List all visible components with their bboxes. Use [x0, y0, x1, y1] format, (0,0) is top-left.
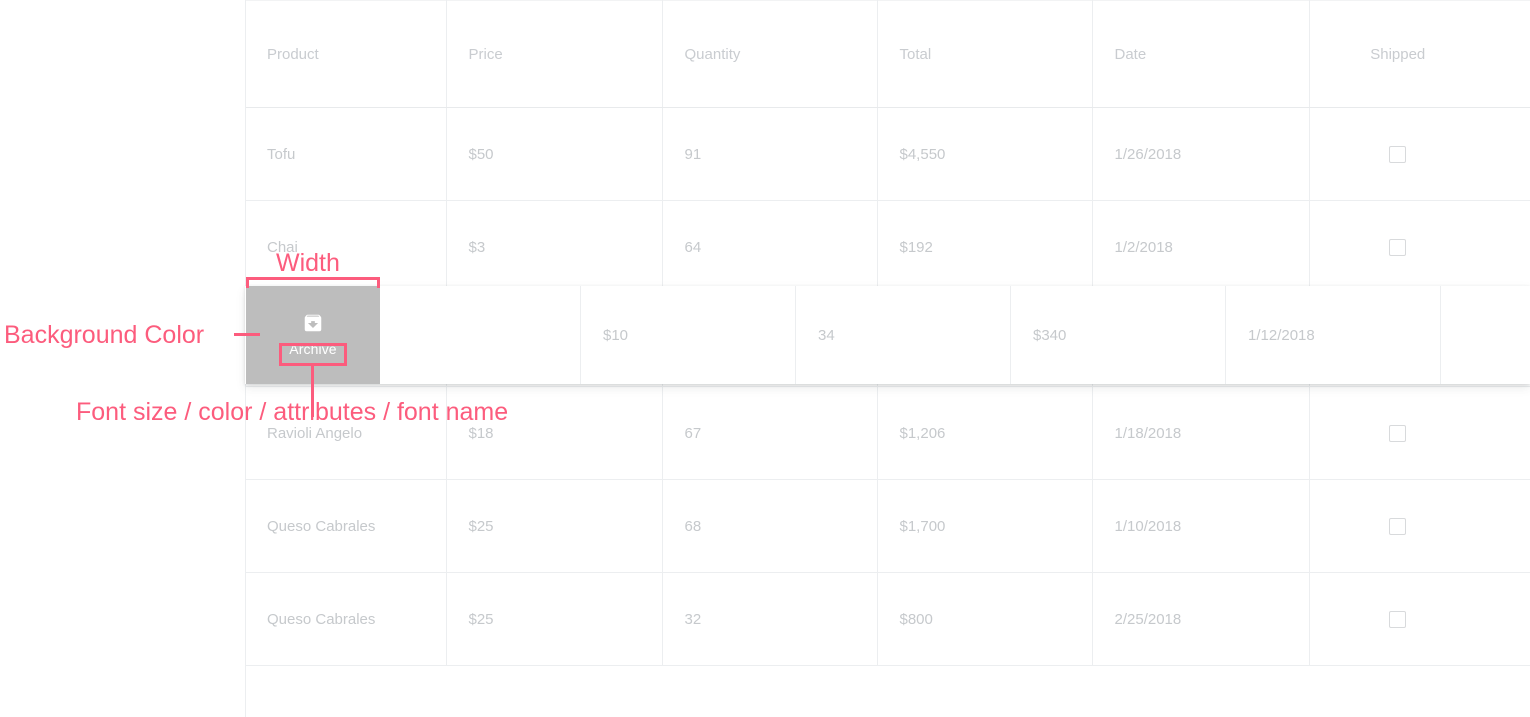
cell-price: $10 — [581, 286, 796, 384]
shipped-checkbox[interactable] — [1389, 424, 1407, 442]
cell-total: $192 — [877, 200, 1093, 294]
cell-quantity: 34 — [796, 286, 1011, 384]
shipped-checkbox[interactable] — [1389, 610, 1407, 628]
swiped-table-row[interactable]: Ipon Coffee $10 34 $340 1/12/2018 — [245, 286, 1530, 384]
cell-date: 1/12/2018 — [1226, 286, 1441, 384]
cell-date: 1/18/2018 — [1092, 386, 1310, 480]
cell-total: $1,700 — [877, 479, 1093, 573]
cell-price: $50 — [446, 107, 663, 201]
column-header-product[interactable]: Product — [245, 0, 447, 108]
font-annotation-leader-line — [311, 366, 314, 417]
cell-product: Queso Cabrales — [245, 479, 447, 573]
cell-quantity: 32 — [662, 572, 878, 666]
table-header-row: Product Price Quantity Total Date Shippe… — [245, 0, 1530, 108]
cell-date: 2/25/2018 — [1092, 572, 1310, 666]
cell-date: 1/26/2018 — [1092, 107, 1310, 201]
screenshot-root: Product Price Quantity Total Date Shippe… — [0, 0, 1530, 717]
table-row[interactable]: Queso Cabrales $25 32 $800 2/25/2018 — [245, 572, 1530, 666]
column-header-price[interactable]: Price — [446, 0, 663, 108]
column-header-quantity[interactable]: Quantity — [662, 0, 878, 108]
archive-button-label: Archive — [289, 341, 337, 357]
cell-shipped — [1441, 286, 1530, 384]
table-row[interactable]: Queso Cabrales $25 68 $1,700 1/10/2018 — [245, 479, 1530, 573]
cell-product: Queso Cabrales — [245, 572, 447, 666]
cell-shipped — [1309, 572, 1530, 666]
cell-quantity: 68 — [662, 479, 878, 573]
cell-price: $25 — [446, 479, 663, 573]
cell-total: $340 — [1011, 286, 1226, 384]
table-row[interactable]: Chai $3 64 $192 1/2/2018 — [245, 200, 1530, 294]
cell-price: $3 — [446, 200, 663, 294]
cell-shipped — [1309, 200, 1530, 294]
column-header-total[interactable]: Total — [877, 0, 1093, 108]
cell-total: $800 — [877, 572, 1093, 666]
cell-quantity: 64 — [662, 200, 878, 294]
cell-total: $4,550 — [877, 107, 1093, 201]
cell-shipped — [1309, 386, 1530, 480]
shipped-checkbox[interactable] — [1389, 238, 1407, 256]
table-header: Product Price Quantity Total Date Shippe… — [245, 0, 1530, 108]
width-measurement-bracket — [246, 277, 380, 288]
cell-quantity: 91 — [662, 107, 878, 201]
cell-price: $25 — [446, 572, 663, 666]
cell-total: $1,206 — [877, 386, 1093, 480]
cell-shipped — [1309, 107, 1530, 201]
archive-icon — [302, 312, 324, 334]
column-header-shipped[interactable]: Shipped — [1309, 0, 1530, 108]
cell-date: 1/10/2018 — [1092, 479, 1310, 573]
shipped-checkbox[interactable] — [1389, 145, 1407, 163]
annotation-width-label: Width — [276, 249, 340, 277]
annotation-font-details-label: Font size / color / attributes / font na… — [76, 398, 509, 426]
table-row[interactable]: Tofu $50 91 $4,550 1/26/2018 — [245, 107, 1530, 201]
background-color-leader-line — [234, 333, 260, 336]
table-body: Tofu $50 91 $4,550 1/26/2018 Chai $3 64 … — [245, 107, 1530, 666]
shipped-checkbox[interactable] — [1389, 517, 1407, 535]
cell-shipped — [1309, 479, 1530, 573]
cell-product: Tofu — [245, 107, 447, 201]
column-header-date[interactable]: Date — [1092, 0, 1310, 108]
annotation-background-color-label: Background Color — [4, 321, 205, 349]
cell-quantity: 67 — [662, 386, 878, 480]
cell-date: 1/2/2018 — [1092, 200, 1310, 294]
